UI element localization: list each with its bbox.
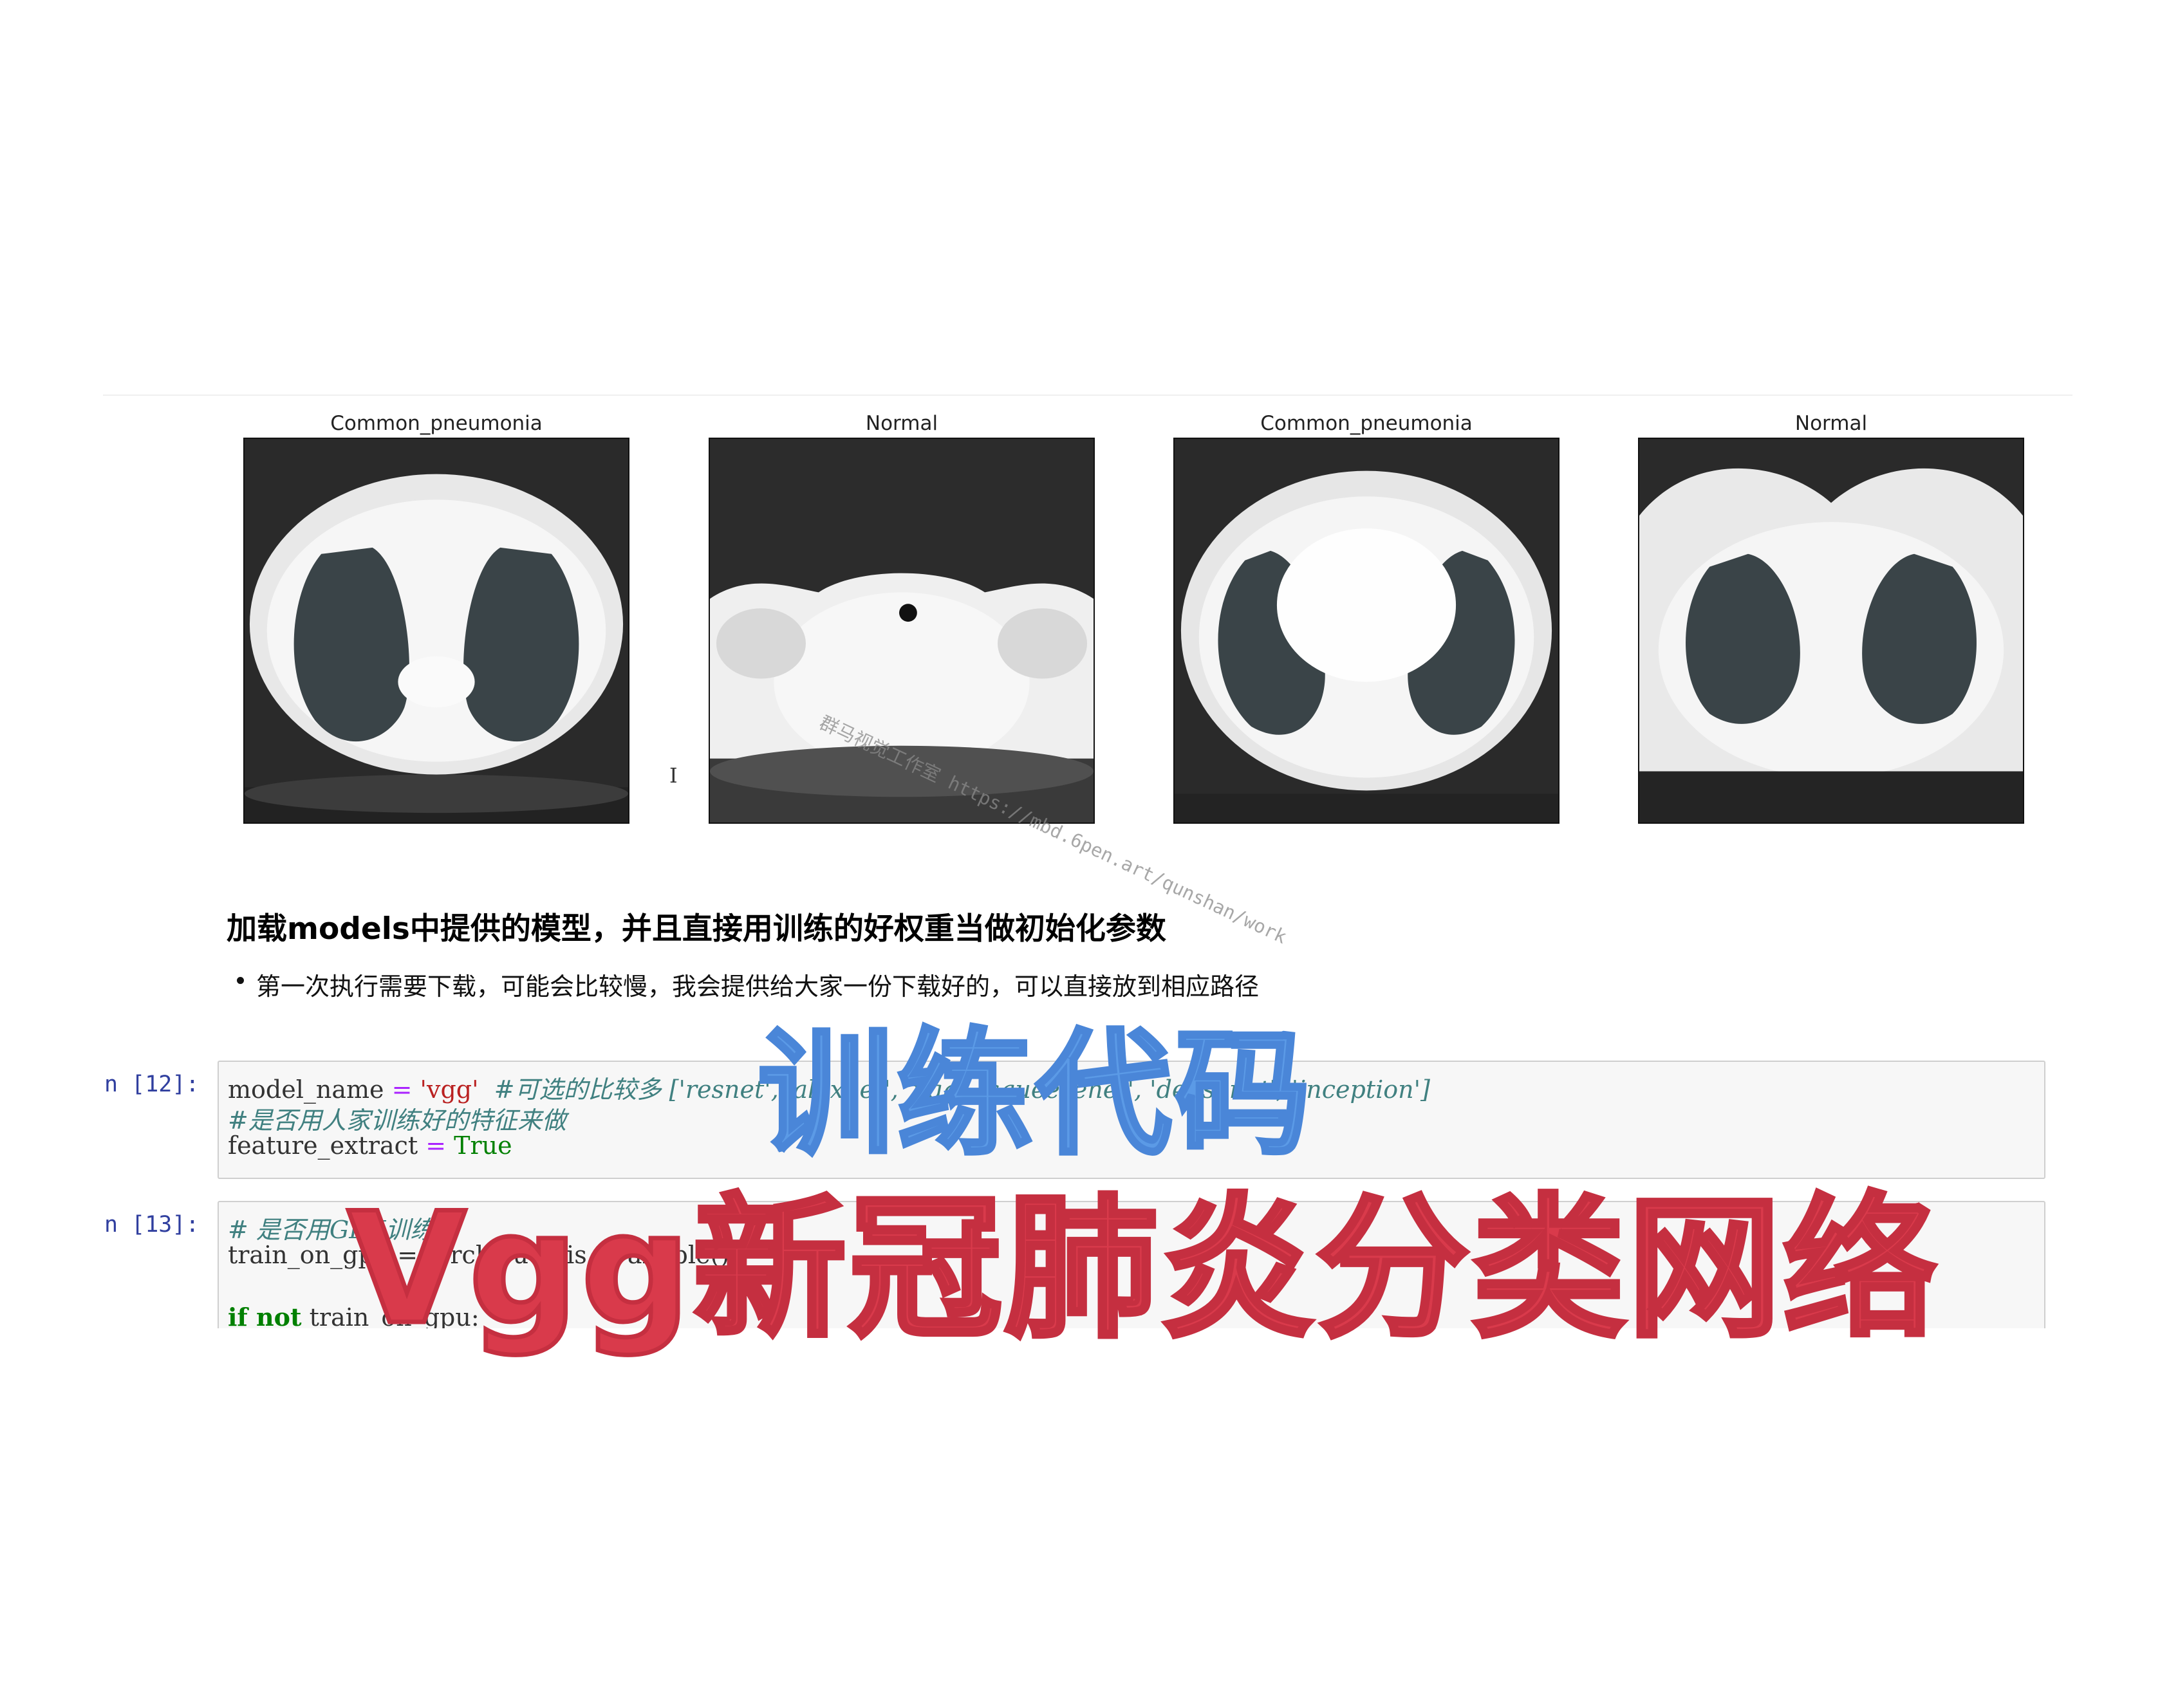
ct-image [243, 438, 629, 824]
ct-title: Normal [865, 412, 938, 435]
text-cursor-icon: I [669, 763, 678, 788]
ct-title: Common_pneumonia [1260, 412, 1473, 435]
ct-title: Normal [1794, 412, 1868, 435]
cell-prompt-13: n [13]: [104, 1212, 200, 1238]
ct-title: Common_pneumonia [330, 412, 543, 435]
markdown-heading: 加载models中提供的模型，并且直接用训练的好权重当做初始化参数 [227, 911, 1166, 947]
code-string: 'vgg' [412, 1075, 479, 1104]
code-keyword: if not [228, 1303, 302, 1332]
bullet-dot-icon [237, 977, 244, 984]
ct-image [1638, 438, 2024, 824]
ct-image [1173, 438, 1559, 824]
ct-figure-1: Common_pneumonia [243, 409, 629, 824]
ct-figure-4: Normal [1638, 409, 2024, 824]
ct-figure-3: Common_pneumonia [1173, 409, 1559, 824]
screenshot-cutoff [0, 1328, 2160, 1708]
cell-divider [103, 395, 2072, 396]
code-token: model_name [228, 1075, 392, 1104]
code-comment: #是否用人家训练好的特征来做 [228, 1106, 566, 1135]
code-operator: = [391, 1075, 413, 1104]
cell-prompt-12: n [12]: [104, 1072, 200, 1097]
overlay-title-red: Vgg新冠肺炎分类网络 [346, 1178, 1939, 1361]
